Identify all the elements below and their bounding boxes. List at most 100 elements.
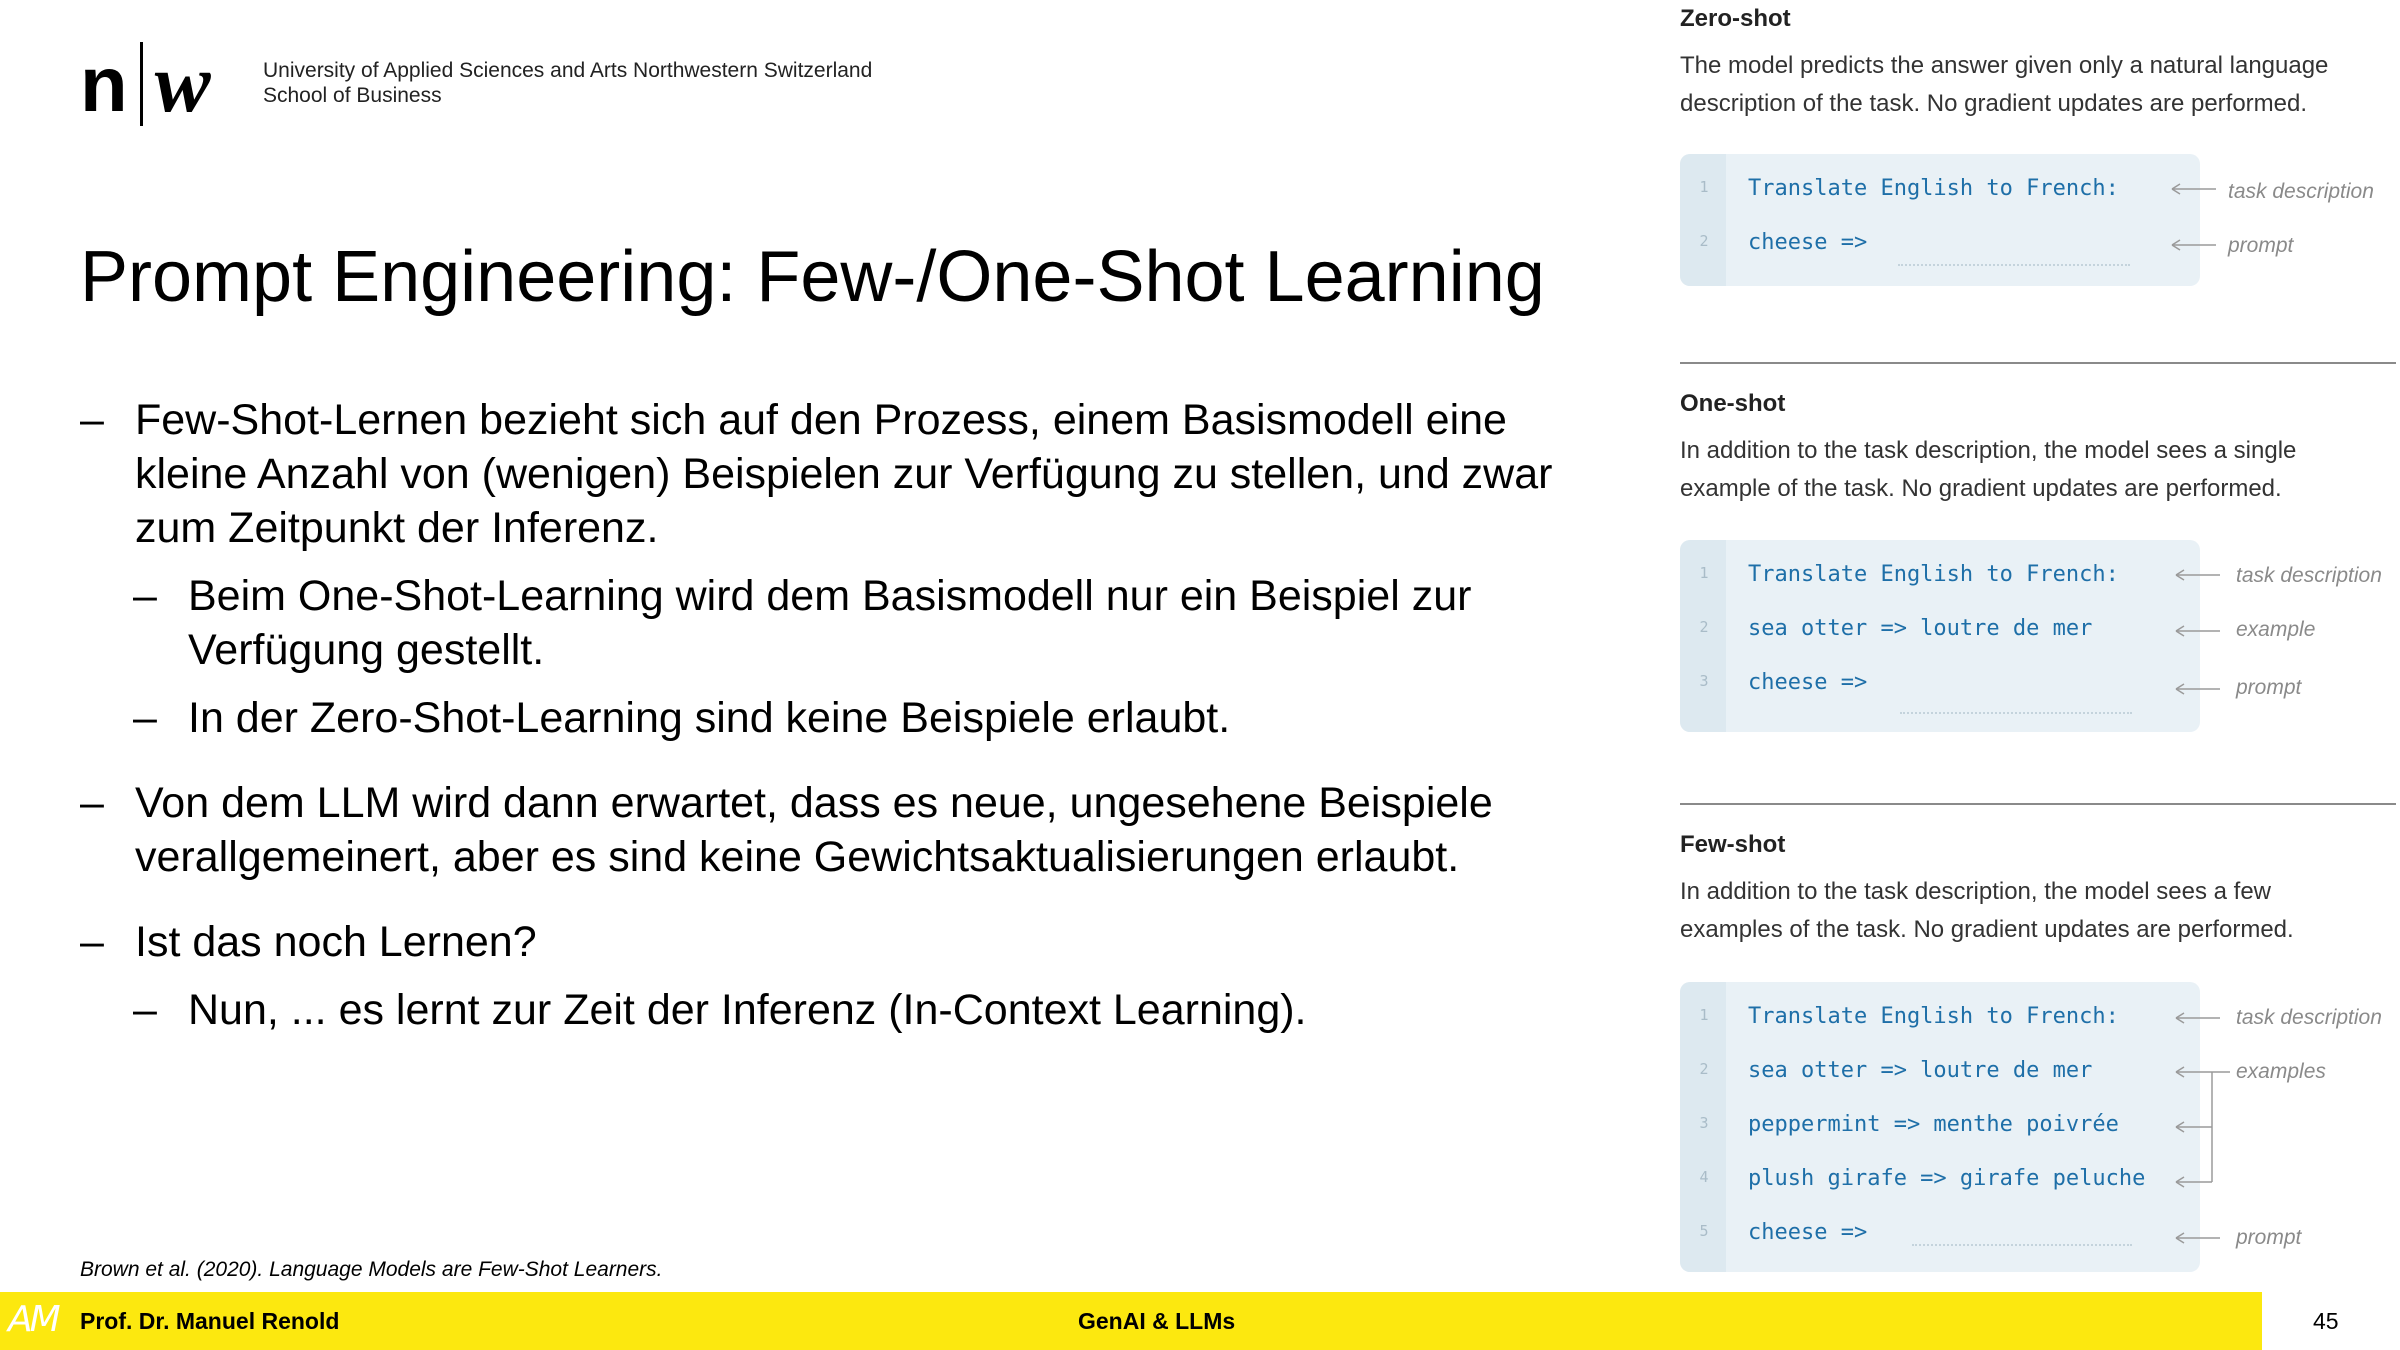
annotation-label: task description	[2236, 1006, 2382, 1029]
arrow-left-icon	[2175, 625, 2220, 637]
prompt-blank-line	[1900, 712, 2132, 714]
code-line: 2 sea otter => loutre de mer	[1680, 606, 2200, 660]
code-text: plush girafe => girafe peluche	[1748, 1166, 2146, 1191]
author-logo: AM	[8, 1299, 61, 1340]
sub-bullet-item: – In der Zero-Shot-Learning sind keine B…	[80, 691, 1640, 745]
annotation-label: prompt	[2228, 234, 2294, 257]
arrow-left-icon	[2175, 683, 2220, 695]
fhnw-logo: n w	[80, 42, 211, 126]
line-number: 1	[1699, 178, 1709, 196]
code-line: 1 Translate English to French:	[1680, 994, 2200, 1048]
code-text: Translate English to French:	[1748, 1004, 2119, 1029]
line-number: 5	[1699, 1222, 1709, 1240]
section-divider	[1680, 362, 2396, 364]
bullet-dash: –	[80, 779, 104, 827]
few-shot-description: In addition to the task description, the…	[1680, 873, 2400, 949]
bullet-text: Von dem LLM wird dann erwartet, dass es …	[135, 779, 1493, 827]
bullet-text: verallgemeinert, aber es sind keine Gewi…	[135, 833, 1460, 881]
section-divider	[1680, 803, 2396, 805]
examples-bracket-icon	[2175, 1066, 2230, 1188]
zero-shot-header: Zero-shot The model predicts the answer …	[1680, 5, 2400, 123]
description-line: examples of the task. No gradient update…	[1680, 916, 2294, 943]
bullet-dash: –	[80, 396, 104, 444]
code-text: sea otter => loutre de mer	[1748, 616, 2093, 641]
bullet-text: Ist das noch Lernen?	[135, 918, 537, 966]
annotation-label: task description	[2236, 564, 2382, 587]
line-number: 1	[1699, 564, 1709, 582]
page-number: 45	[2313, 1308, 2339, 1334]
sub-bullet-item: – Beim One-Shot-Learning wird dem Basism…	[80, 569, 1640, 677]
code-line: 2 sea otter => loutre de mer	[1680, 1048, 2200, 1102]
one-shot-header: One-shot In addition to the task descrip…	[1680, 390, 2400, 508]
code-line: 3 cheese =>	[1680, 660, 2200, 714]
logo-divider	[139, 42, 143, 126]
code-line: 1 Translate English to French:	[1680, 552, 2200, 606]
institution-line-1: University of Applied Sciences and Arts …	[263, 59, 873, 82]
bullet-item: – Ist das noch Lernen?	[80, 915, 1640, 969]
code-text: sea otter => loutre de mer	[1748, 1058, 2093, 1083]
annotation-label: task description	[2228, 180, 2374, 203]
line-number: 2	[1699, 232, 1709, 250]
line-number: 2	[1699, 1060, 1709, 1078]
code-text: peppermint => menthe poivrée	[1748, 1112, 2119, 1137]
institution-name: University of Applied Sciences and Arts …	[263, 58, 872, 108]
bullet-dash: –	[80, 918, 104, 966]
few-shot-code-box: 1 Translate English to French: 2 sea ott…	[1680, 982, 2200, 1272]
annotation-label: example	[2236, 618, 2316, 641]
bullet-item: – Few-Shot-Lernen bezieht sich auf den P…	[80, 393, 1640, 555]
annotation-label: prompt	[2236, 676, 2302, 699]
logo-letter-n: n	[80, 40, 128, 128]
few-shot-title: Few-shot	[1680, 831, 1786, 858]
bullet-text: Nun, ... es lernt zur Zeit der Inferenz …	[188, 986, 1307, 1034]
code-line: 3 peppermint => menthe poivrée	[1680, 1102, 2200, 1156]
bullet-dash: –	[133, 694, 157, 742]
prompt-blank-line	[1898, 264, 2130, 266]
arrow-left-icon	[2175, 1012, 2220, 1024]
zero-shot-title: Zero-shot	[1680, 5, 1791, 32]
description-line: example of the task. No gradient updates…	[1680, 475, 2282, 502]
bullet-dash: –	[133, 986, 157, 1034]
reference-citation: Brown et al. (2020). Language Models are…	[80, 1258, 663, 1281]
line-number: 3	[1699, 672, 1709, 690]
line-number: 1	[1699, 1006, 1709, 1024]
bullet-text: Beim One-Shot-Learning wird dem Basismod…	[188, 572, 1472, 620]
description-line: The model predicts the answer given only…	[1680, 52, 2329, 79]
bullet-text: In der Zero-Shot-Learning sind keine Bei…	[188, 694, 1231, 742]
footer-author: Prof. Dr. Manuel Renold	[80, 1308, 340, 1334]
bullet-text: Verfügung gestellt.	[188, 626, 545, 674]
description-line: In addition to the task description, the…	[1680, 878, 2272, 905]
code-text: cheese =>	[1748, 1220, 1868, 1245]
description-line: description of the task. No gradient upd…	[1680, 90, 2308, 117]
code-text: cheese =>	[1748, 230, 1868, 255]
sub-bullet-item: – Nun, ... es lernt zur Zeit der Inferen…	[80, 983, 1640, 1037]
slide-title: Prompt Engineering: Few-/One-Shot Learni…	[80, 237, 1545, 317]
arrow-left-icon	[2175, 1232, 2220, 1244]
arrow-left-icon	[2171, 183, 2216, 195]
code-line: 5 cheese =>	[1680, 1210, 2200, 1264]
bullet-text: Few-Shot-Lernen bezieht sich auf den Pro…	[135, 396, 1507, 444]
line-number: 2	[1699, 618, 1709, 636]
arrow-left-icon	[2171, 239, 2216, 251]
bullet-item: – Von dem LLM wird dann erwartet, dass e…	[80, 776, 1640, 884]
footer-bar: AM Prof. Dr. Manuel Renold GenAI & LLMs	[0, 1292, 2262, 1350]
bullet-list: – Few-Shot-Lernen bezieht sich auf den P…	[80, 393, 1640, 1037]
zero-shot-code-box: 1 Translate English to French: 2 cheese …	[1680, 154, 2200, 286]
arrow-left-icon	[2175, 569, 2220, 581]
description-line: In addition to the task description, the…	[1680, 437, 2297, 464]
logo-letter-w: w	[154, 37, 211, 130]
line-number: 4	[1699, 1168, 1709, 1186]
one-shot-description: In addition to the task description, the…	[1680, 432, 2400, 508]
institution-line-2: School of Business	[263, 84, 442, 107]
code-text: Translate English to French:	[1748, 176, 2119, 201]
zero-shot-description: The model predicts the answer given only…	[1680, 47, 2400, 123]
code-text: cheese =>	[1748, 670, 1868, 695]
code-line: 4 plush girafe => girafe peluche	[1680, 1156, 2200, 1210]
code-line: 1 Translate English to French:	[1680, 166, 2200, 220]
prompt-blank-line	[1912, 1244, 2132, 1246]
annotation-label: prompt	[2236, 1226, 2302, 1249]
one-shot-title: One-shot	[1680, 390, 1786, 417]
few-shot-header: Few-shot In addition to the task descrip…	[1680, 831, 2400, 949]
code-text: Translate English to French:	[1748, 562, 2119, 587]
line-number: 3	[1699, 1114, 1709, 1132]
bullet-dash: –	[133, 572, 157, 620]
